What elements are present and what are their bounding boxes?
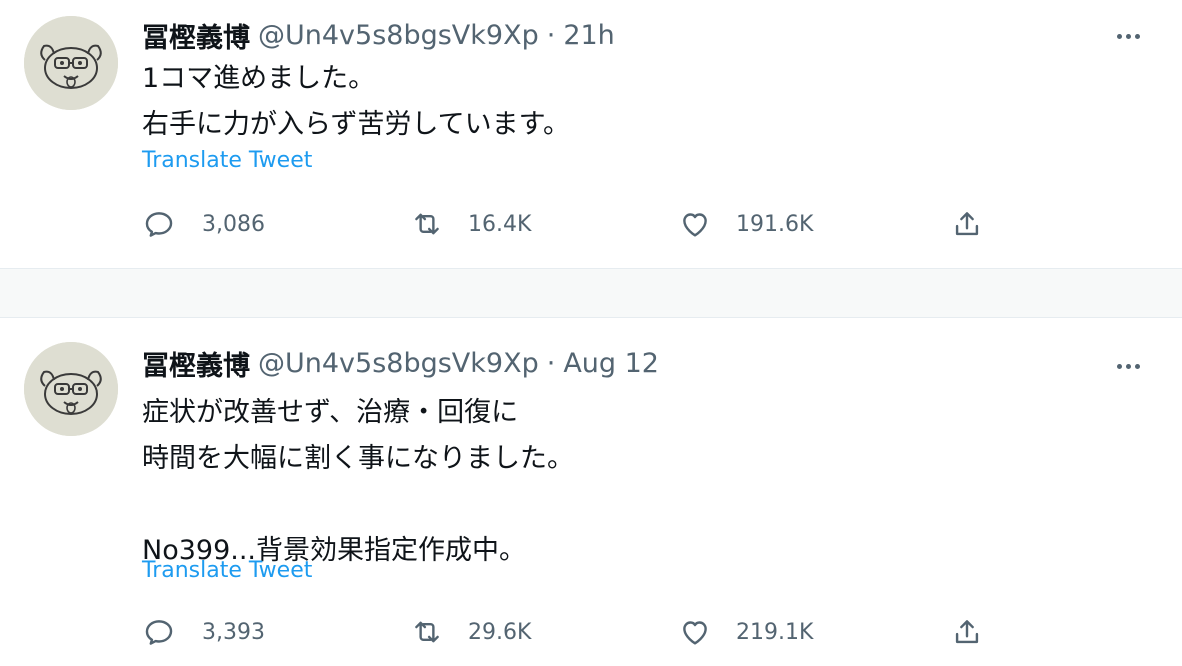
share-icon (955, 212, 979, 236)
translate-tweet-link[interactable]: Translate Tweet (142, 148, 312, 173)
author-name[interactable]: 冨樫義博 (142, 16, 250, 55)
more-icon[interactable] (1108, 351, 1148, 381)
like-icon (683, 213, 707, 237)
avatar[interactable] (24, 342, 118, 436)
share-icon (955, 620, 979, 644)
like-button[interactable]: 219.1K (678, 614, 813, 650)
like-button[interactable]: 191.6K (678, 206, 813, 242)
retweet-button[interactable]: 16.4K (410, 206, 531, 242)
reply-count: 3,393 (202, 619, 265, 645)
tweet-header: 冨樫義博 @Un4v5s8bgsVk9Xp · 21h (142, 16, 615, 55)
tweet-actions: 3,393 29.6K 219.1K (142, 614, 1002, 650)
author-handle[interactable]: @Un4v5s8bgsVk9Xp (258, 348, 539, 379)
author-name[interactable]: 冨樫義博 (142, 344, 250, 383)
more-icon[interactable] (1108, 21, 1148, 51)
tweet-header: 冨樫義博 @Un4v5s8bgsVk9Xp · Aug 12 (142, 344, 659, 383)
author-handle[interactable]: @Un4v5s8bgsVk9Xp (258, 20, 539, 51)
reply-icon (145, 620, 173, 645)
tweet-divider (0, 268, 1182, 318)
tweet[interactable]: 冨樫義博 @Un4v5s8bgsVk9Xp · 21h 1コマ進めました。 右手… (0, 0, 1182, 268)
like-count: 191.6K (736, 211, 814, 237)
retweet-count: 29.6K (468, 619, 532, 645)
retweet-count: 16.4K (468, 211, 532, 237)
like-count: 219.1K (736, 619, 814, 645)
retweet-icon (415, 621, 439, 643)
separator: · (546, 19, 556, 51)
reply-icon (145, 212, 173, 237)
retweet-icon (415, 213, 439, 235)
tweet-text: 1コマ進めました。 右手に力が入らず苦労しています。 (142, 63, 570, 140)
separator: · (546, 347, 556, 379)
timestamp[interactable]: 21h (563, 20, 614, 51)
translate-tweet-link[interactable]: Translate Tweet (142, 558, 312, 583)
share-button[interactable] (950, 614, 984, 650)
tweet-text: 症状が改善せず、治療・回復に 時間を大幅に割く事になりました。 No399...… (142, 397, 574, 566)
reply-count: 3,086 (202, 211, 265, 237)
tweet[interactable]: 冨樫義博 @Un4v5s8bgsVk9Xp · Aug 12 症状が改善せず、治… (0, 318, 1182, 666)
timestamp[interactable]: Aug 12 (563, 348, 659, 379)
like-icon (683, 621, 707, 645)
tweet-actions: 3,086 16.4K 191.6K (142, 206, 1002, 242)
retweet-button[interactable]: 29.6K (410, 614, 531, 650)
reply-button[interactable]: 3,086 (142, 206, 265, 242)
share-button[interactable] (950, 206, 984, 242)
reply-button[interactable]: 3,393 (142, 614, 265, 650)
avatar[interactable] (24, 16, 118, 110)
